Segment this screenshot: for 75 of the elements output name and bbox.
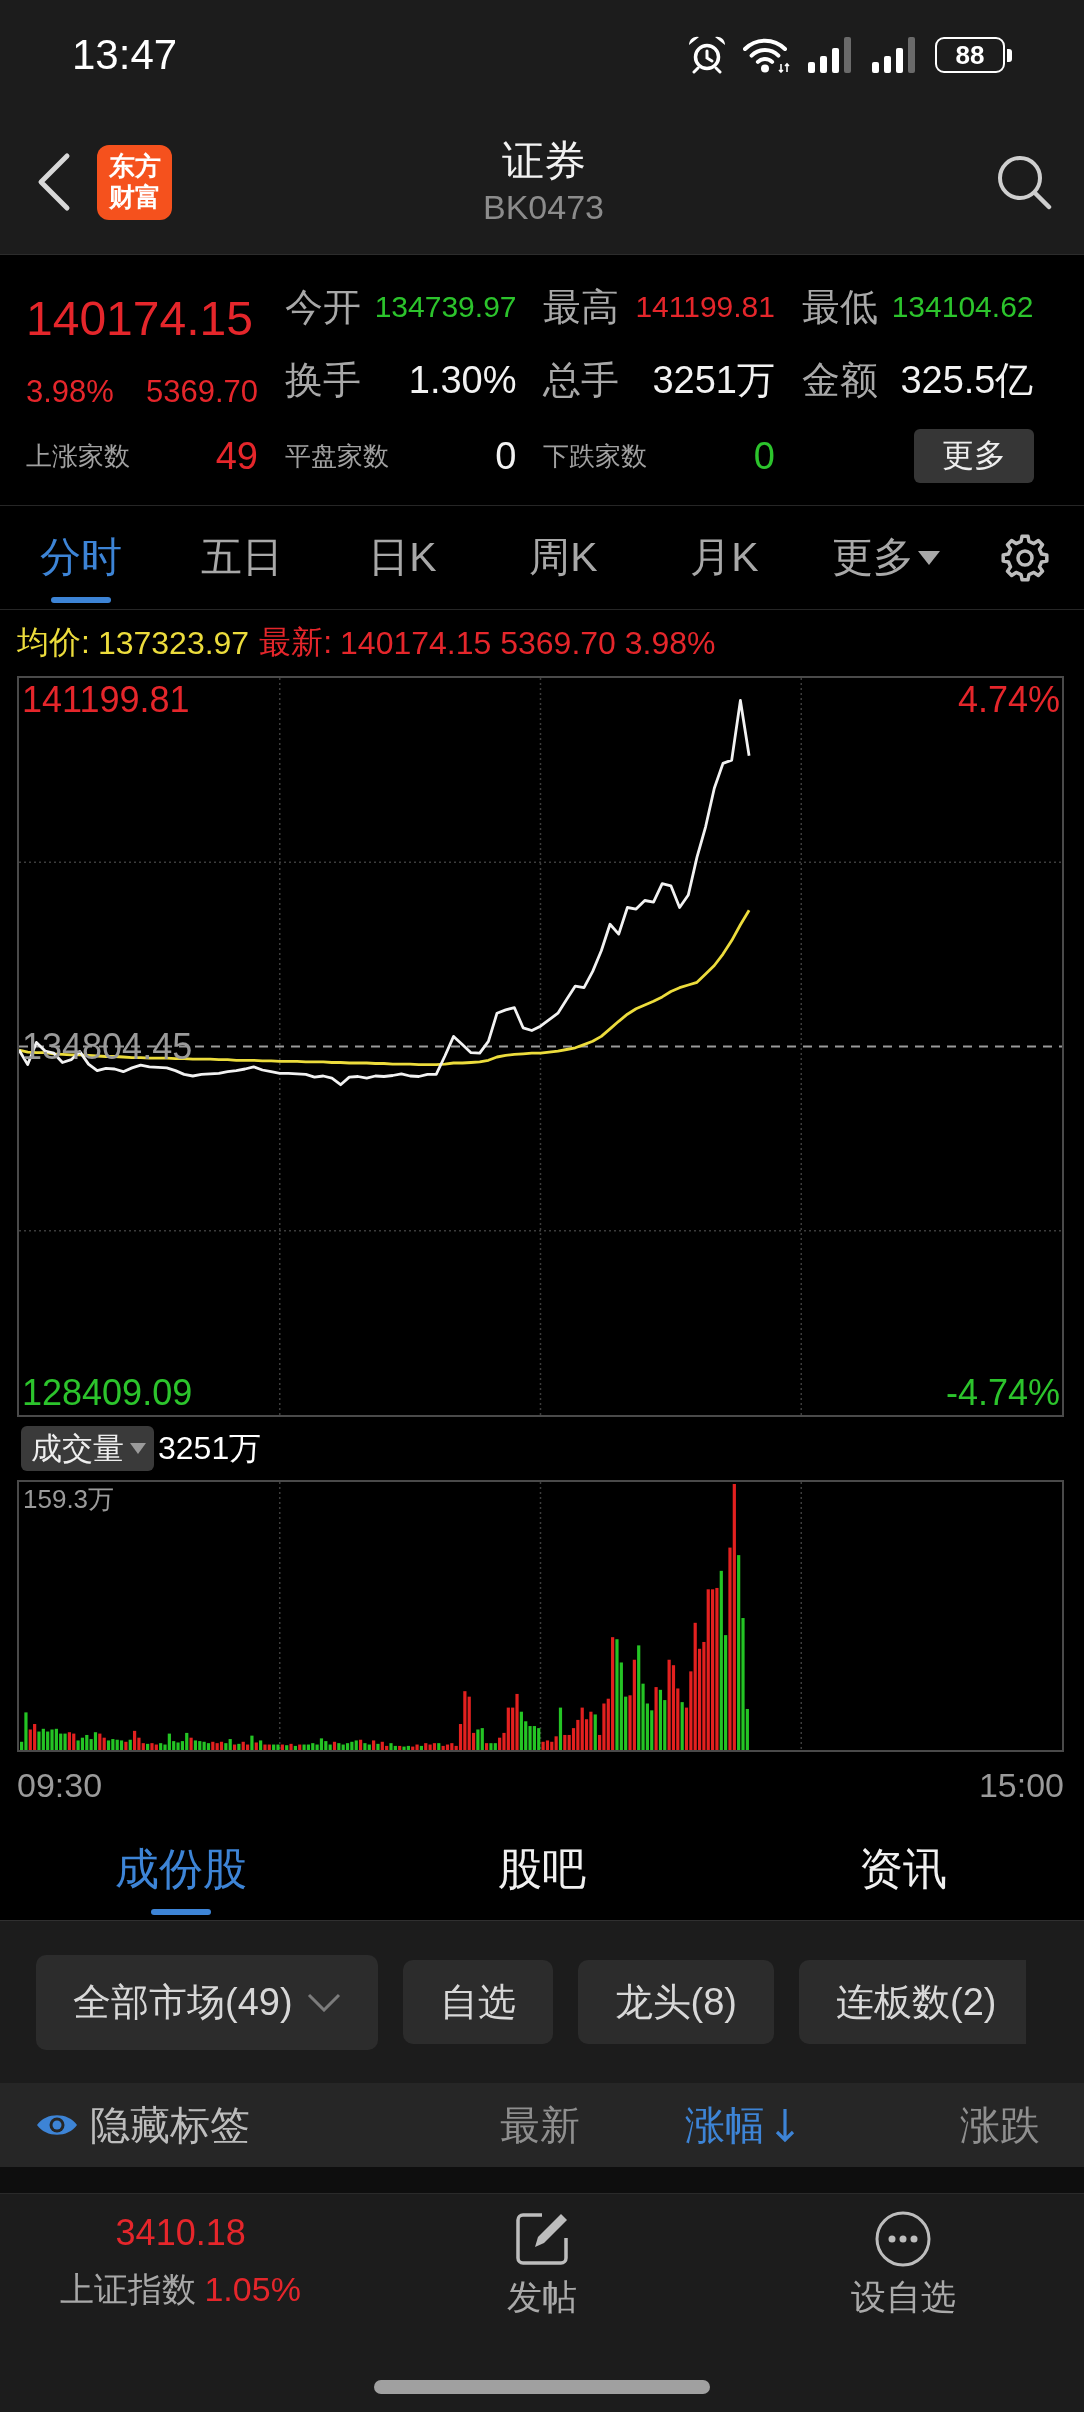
period-tab[interactable]: 五日 [161,506,322,609]
index-value: 3410.18 [115,2211,246,2255]
hide-tags-toggle[interactable]: 隐藏标签 [36,2097,250,2153]
stat-value: 141199.81 [635,290,775,324]
indicator-selector[interactable]: 成交量 [21,1426,154,1471]
caret-icon [130,1443,146,1454]
filter-chip[interactable]: 连板数(2) [799,1960,1027,2044]
ellipsis-circle-icon [875,2211,932,2267]
index-change: 1.05% [204,2269,301,2310]
readout-value: 137323.97 [97,624,250,662]
status-time: 13:47 [72,31,178,79]
stat-label: 换手 [284,357,361,403]
index-name: 上证指数 [60,2269,197,2310]
eye-icon [36,2112,78,2138]
wifi-icon [743,37,790,73]
breadth-count: 49 [215,434,258,478]
cellular-signal-icon [871,36,918,74]
y-axis-label: 128409.09 [22,1373,193,1413]
stat-value: 134739.97 [374,290,517,324]
page-title: 证券 [501,136,586,186]
readout-label: 最新: [259,623,333,662]
stat-value: 3251万 [652,357,775,403]
readout-label: 均价: [17,623,90,662]
stat-label: 最高 [543,284,619,330]
stat-label: 最低 [801,284,878,330]
bottom-action-button[interactable]: 设自选 [850,2211,956,2319]
column-header[interactable]: 涨幅 [685,2097,795,2153]
period-tab[interactable]: 日K [322,506,483,609]
time-axis-label: 09:30 [17,1765,103,1805]
section-tab[interactable]: 成份股 [0,1818,362,1920]
breadth-label: 上涨家数 [26,439,130,473]
column-header[interactable]: 涨跌 [960,2097,1040,2153]
cellular-signal-icon [807,36,854,74]
breadth-label: 平盘家数 [284,439,389,473]
app-logo: 东方财富 [97,144,172,220]
period-tab[interactable]: 分时 [0,506,161,609]
breadth-label: 下跌家数 [543,439,647,473]
settings-icon[interactable] [1000,532,1050,583]
more-button[interactable]: 更多 [913,429,1034,483]
stat-label: 金额 [801,357,878,403]
y-axis-label: 141199.81 [22,680,190,720]
last-price: 140174.15 [26,291,254,347]
battery-indicator: 88 [935,37,1012,73]
percent-axis-label: 4.74% [957,680,1060,720]
chevron-down-icon [306,1992,341,2012]
period-tab[interactable]: 周K [483,506,644,609]
pencil-square-icon [514,2211,570,2267]
column-header[interactable]: 最新 [500,2097,580,2153]
alarm-clock-icon [688,36,726,74]
stat-label: 今开 [284,284,361,330]
stat-value: 1.30% [408,358,517,402]
stat-value: 134104.62 [891,290,1034,324]
caret-icon [917,550,940,565]
section-tab[interactable]: 资讯 [722,1818,1084,1920]
filter-chip[interactable]: 自选 [402,1960,553,2044]
bottom-action-button[interactable]: 发帖 [507,2211,577,2319]
readout-value: 140174.15 5369.70 3.98% [340,624,716,662]
percent-axis-label: -4.74% [945,1373,1060,1413]
breadth-count: 0 [495,434,517,478]
sort-down-arrow-icon [775,2107,795,2143]
board-code: BK0473 [483,187,604,228]
search-icon[interactable] [996,154,1052,210]
volume-value: 3251万 [158,1428,262,1468]
stat-value: 325.5亿 [900,357,1034,403]
change-percent: 3.98% [26,374,114,410]
volume-axis-label: 159.3万 [23,1484,115,1514]
breadth-count: 0 [753,434,775,478]
stat-label: 总手 [543,357,619,403]
filter-chip[interactable]: 全部市场(49) [36,1954,378,2050]
section-tab[interactable]: 股吧 [361,1818,723,1920]
period-tab[interactable]: 月K [644,506,805,609]
change-amount: 5369.70 [145,374,258,410]
period-tab[interactable]: 更多 [805,506,966,609]
time-axis-label: 15:00 [978,1765,1064,1805]
filter-chip[interactable]: 龙头(8) [577,1960,775,2044]
